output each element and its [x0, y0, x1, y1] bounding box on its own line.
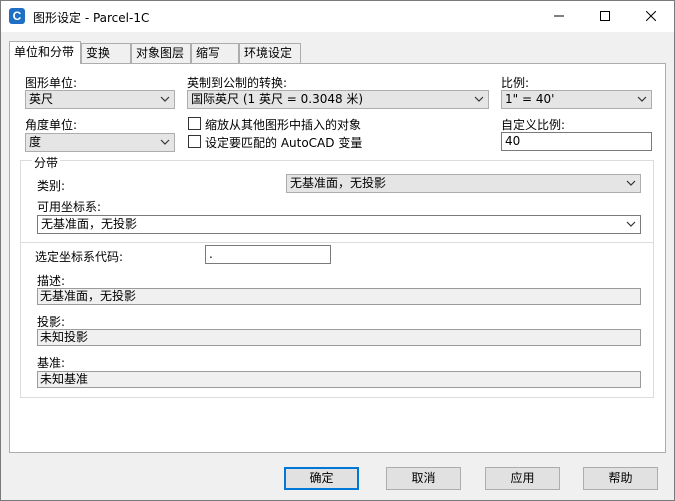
maximize-icon: [600, 11, 610, 21]
drawing-unit-value: 英尺: [29, 92, 54, 106]
custom-scale-label: 自定义比例:: [501, 118, 566, 132]
selected-code-input[interactable]: .: [205, 245, 331, 264]
close-button[interactable]: [628, 1, 674, 32]
category-label: 类别:: [37, 179, 66, 193]
maximize-button[interactable]: [582, 1, 628, 32]
zone-separator: [20, 242, 654, 243]
chevron-down-icon: [637, 96, 647, 102]
zone-group-title: 分带: [32, 154, 61, 171]
close-icon: [646, 11, 656, 21]
available-cs-value: 无基准面，无投影: [41, 217, 138, 231]
tab-transform[interactable]: 变换: [81, 43, 131, 63]
scale-value: 1" = 40': [505, 92, 555, 106]
selected-code-label: 选定坐标系代码:: [35, 250, 124, 264]
chevron-down-icon: [626, 180, 636, 186]
zone-group: [20, 160, 654, 398]
tab-ambient-settings[interactable]: 环境设定: [239, 43, 301, 63]
datum-value: 未知基准: [37, 371, 641, 388]
set-autocad-vars-label: 设定要匹配的 AutoCAD 变量: [205, 136, 363, 150]
minimize-button[interactable]: [536, 1, 582, 32]
available-cs-select[interactable]: 无基准面，无投影: [37, 215, 641, 234]
tab-abbreviations[interactable]: 缩写: [191, 43, 239, 63]
available-cs-label: 可用坐标系:: [37, 200, 102, 214]
title-bar: C 图形设定 - Parcel-1C: [1, 1, 674, 32]
custom-scale-input[interactable]: 40: [501, 132, 652, 151]
app-icon: C: [9, 8, 25, 24]
window-title: 图形设定 - Parcel-1C: [33, 11, 150, 25]
ok-button[interactable]: 确定: [284, 467, 359, 490]
conversion-select[interactable]: 国际英尺 (1 英尺 = 0.3048 米): [187, 90, 489, 109]
conversion-label: 英制到公制的转换:: [187, 76, 288, 90]
description-value: 无基准面，无投影: [37, 288, 641, 305]
scale-select[interactable]: 1" = 40': [501, 90, 652, 109]
projection-label: 投影:: [37, 315, 66, 329]
projection-value: 未知投影: [37, 329, 641, 346]
tab-object-layers[interactable]: 对象图层: [131, 43, 191, 63]
angle-unit-select[interactable]: 度: [25, 133, 175, 152]
drawing-settings-window: C 图形设定 - Parcel-1C 单位和分带 变换 对象图层 缩写 环境设定…: [0, 0, 675, 501]
angle-unit-value: 度: [29, 135, 42, 149]
chevron-down-icon: [160, 139, 170, 145]
scale-label: 比例:: [501, 76, 530, 90]
minimize-icon: [554, 15, 564, 17]
cancel-button[interactable]: 取消: [386, 467, 461, 490]
scale-objects-checkbox[interactable]: [188, 117, 201, 130]
help-button[interactable]: 帮助: [583, 467, 658, 490]
units-zone-panel: 图形单位: 英制到公制的转换: 比例: 英尺 国际英尺 (1 英尺 = 0.30…: [9, 63, 666, 453]
tab-units-zone[interactable]: 单位和分带: [9, 41, 81, 64]
drawing-unit-select[interactable]: 英尺: [25, 90, 175, 109]
chevron-down-icon: [626, 221, 636, 227]
angle-unit-label: 角度单位:: [25, 118, 78, 132]
category-value: 无基准面，无投影: [290, 176, 387, 190]
scale-objects-label: 缩放从其他图形中插入的对象: [205, 118, 362, 132]
chevron-down-icon: [160, 96, 170, 102]
category-select[interactable]: 无基准面，无投影: [286, 174, 641, 193]
set-autocad-vars-checkbox[interactable]: [188, 135, 201, 148]
drawing-unit-label: 图形单位:: [25, 76, 78, 90]
conversion-value: 国际英尺 (1 英尺 = 0.3048 米): [191, 92, 364, 106]
datum-label: 基准:: [37, 356, 66, 370]
description-label: 描述:: [37, 274, 66, 288]
chevron-down-icon: [474, 96, 484, 102]
apply-button[interactable]: 应用: [485, 467, 560, 490]
